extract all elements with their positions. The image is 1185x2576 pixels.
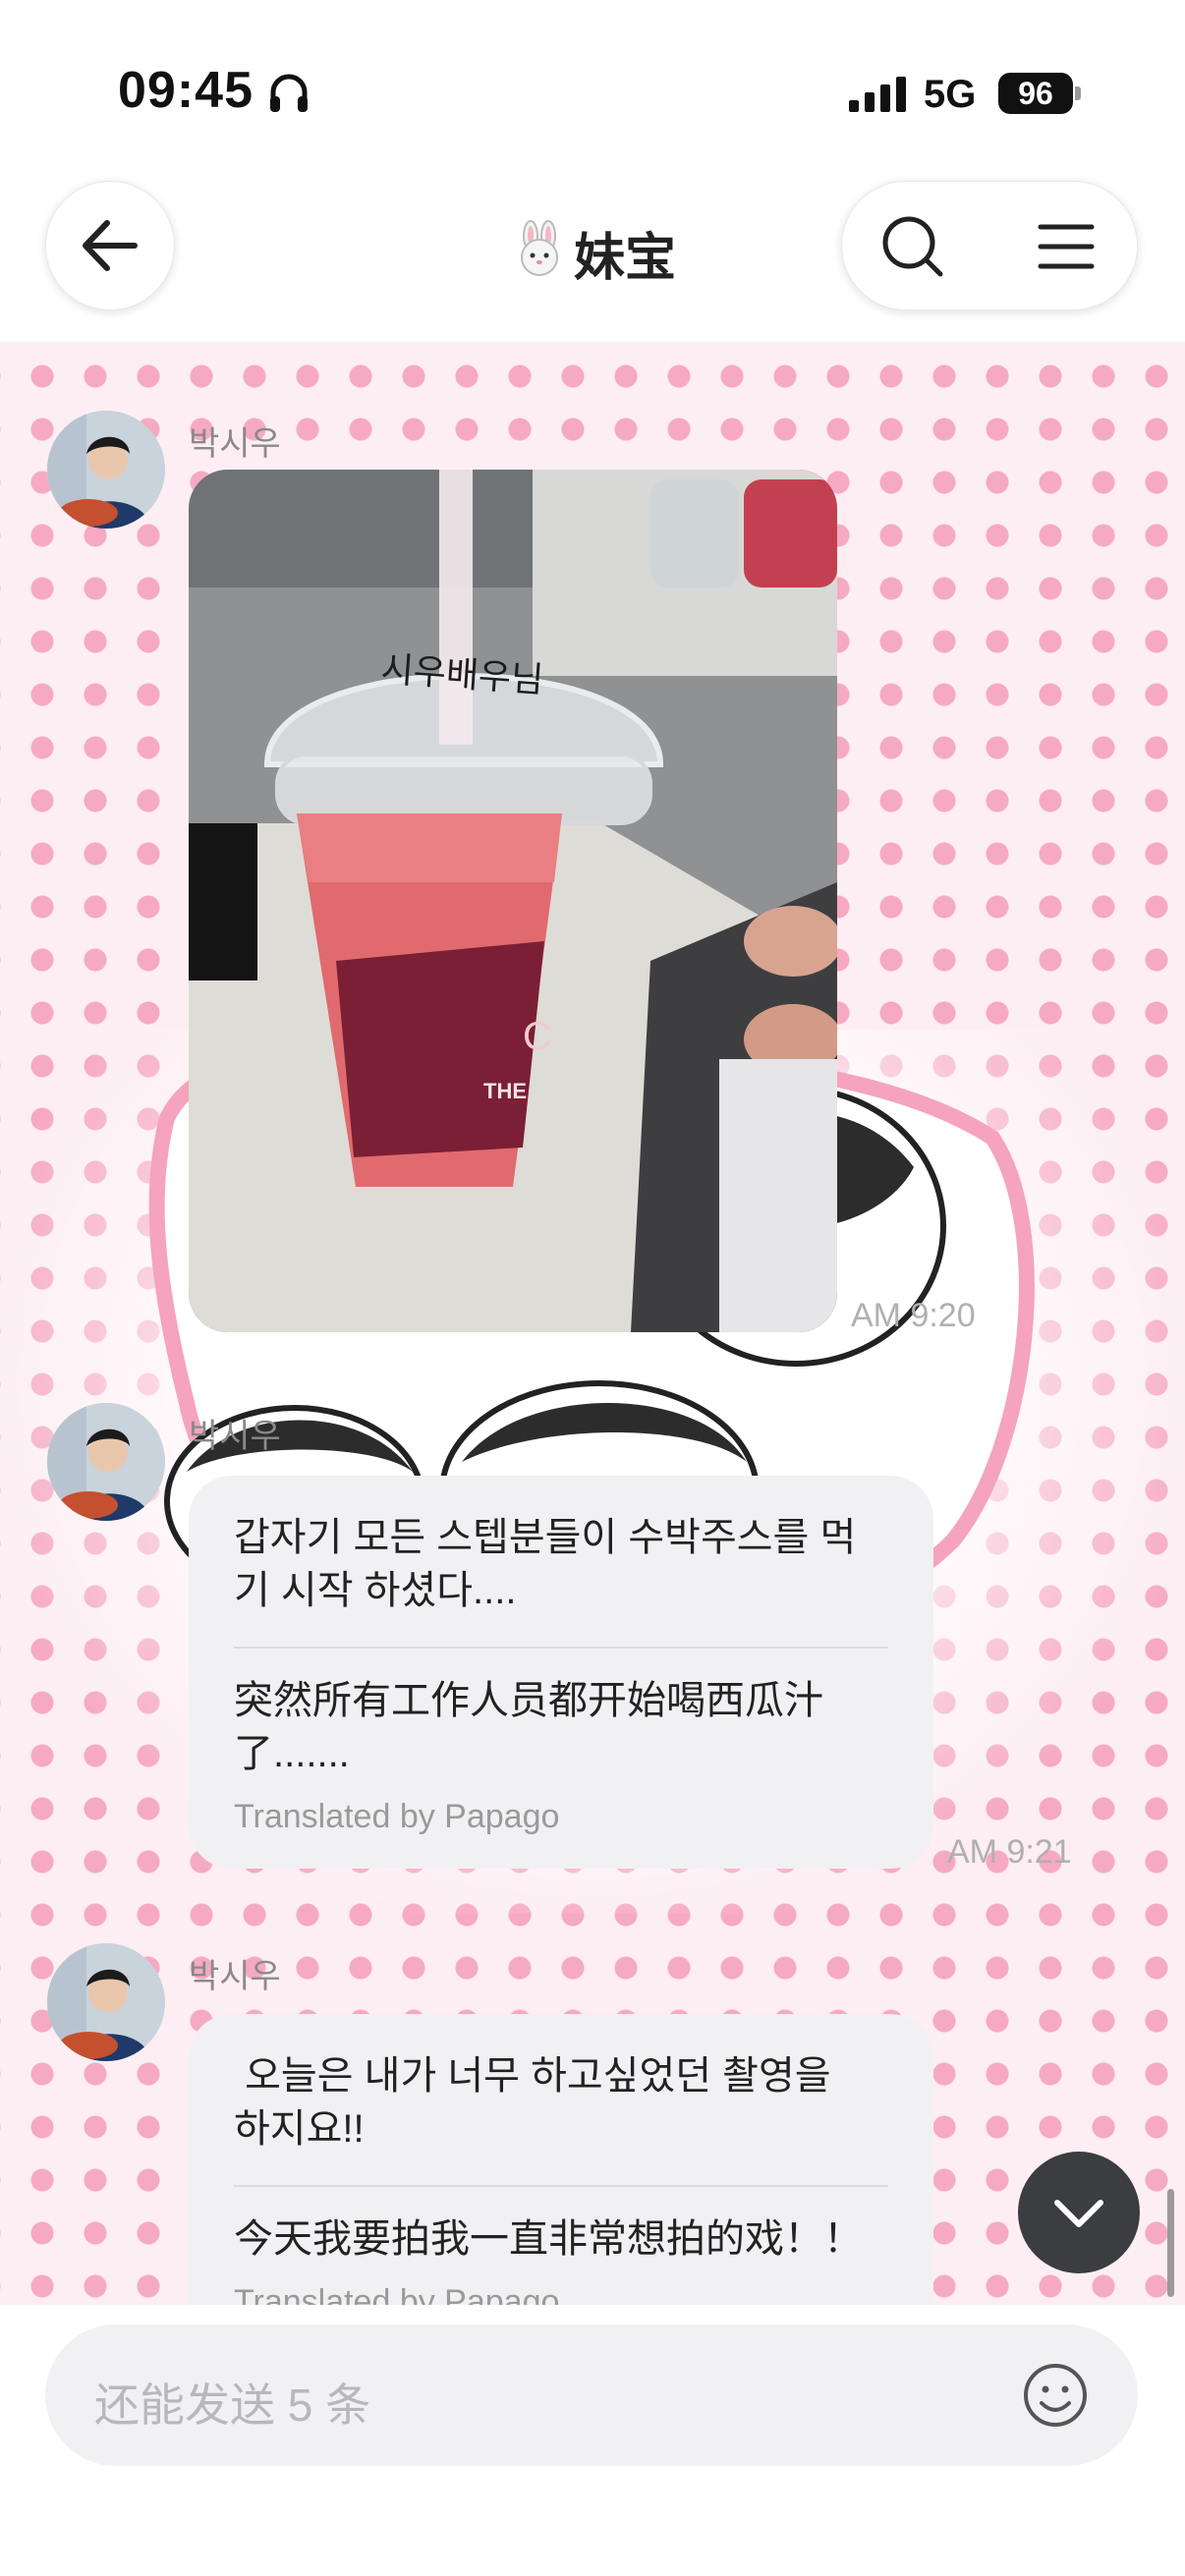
status-bar: 09:45 5G 96 [0,0,1185,187]
translation-credit: Translated by Papago [234,1798,560,1835]
menu-icon[interactable] [1035,215,1098,278]
translation-credit: Translated by Papago [234,2283,560,2305]
avatar[interactable] [47,1943,165,2061]
translation-divider [234,1647,888,1649]
clock: 09:45 [118,62,254,119]
avatar[interactable] [47,1403,165,1521]
message-bubble[interactable]: 오늘은 내가 너무 하고싶었던 촬영을 하지요!! 今天我要拍我一直非常想拍的戏… [189,2014,933,2305]
message-translation: 突然所有工作人员都开始喝西瓜汁了....... [234,1679,823,1775]
sender-name: 박시우 [189,1418,281,1455]
search-icon[interactable] [877,211,948,282]
input-bar: 还能发送 5 条 [0,2305,1185,2576]
message-translation: 今天我要拍我一直非常想拍的戏！！ [234,2217,863,2261]
signal-icon [849,77,906,112]
chat-header: 妹宝 [0,167,1185,342]
cup-brand: THE [483,1079,527,1103]
battery-tip [1075,86,1081,100]
avatar-photo [47,1943,165,2061]
chevron-down-icon [1054,2200,1103,2227]
network-type: 5G [924,73,977,116]
avatar[interactable] [47,411,165,529]
battery-icon: 96 [998,73,1073,114]
rabbit-icon [521,220,558,276]
photo-content: C THE 시우배우님 [189,470,837,1332]
sender-name: 박시우 [189,1958,281,1995]
message-original: 갑자기 모든 스텝분들이 수박주스를 먹기 시작 하셨다.... [234,1516,857,1612]
emoji-icon[interactable] [1020,2360,1091,2431]
cup-logo: C [523,1015,551,1058]
arrow-left-icon [83,220,138,271]
message-input[interactable]: 还能发送 5 条 [45,2324,1138,2466]
scrollbar[interactable] [1167,2189,1174,2297]
scroll-to-bottom-button[interactable] [1018,2152,1140,2273]
input-placeholder: 还能发送 5 条 [94,2380,371,2431]
avatar-photo [47,411,165,529]
sender-name: 박시우 [189,425,281,463]
headphones-icon [270,74,308,112]
message-photo[interactable]: C THE 시우배우님 [189,470,837,1332]
translation-divider [234,2185,888,2187]
message-original: 오늘은 내가 너무 하고싶었던 촬영을 하지요!! [234,2054,853,2151]
back-button[interactable] [45,181,175,310]
message-bubble[interactable]: 갑자기 모든 스텝분들이 수박주스를 먹기 시작 하셨다.... 突然所有工作人… [189,1476,933,1869]
header-actions [841,181,1138,310]
chat-area[interactable]: 박시우 C THE 시우배우님 AM 9:20 박시우 갑자기 모든 스텝분들이… [0,342,1185,2305]
battery-level: 96 [1018,76,1053,111]
message-time: AM 9:21 [947,1833,1072,1871]
chat-title: 妹宝 [574,230,677,287]
message-time: AM 9:20 [851,1297,976,1334]
avatar-photo [47,1403,165,1521]
